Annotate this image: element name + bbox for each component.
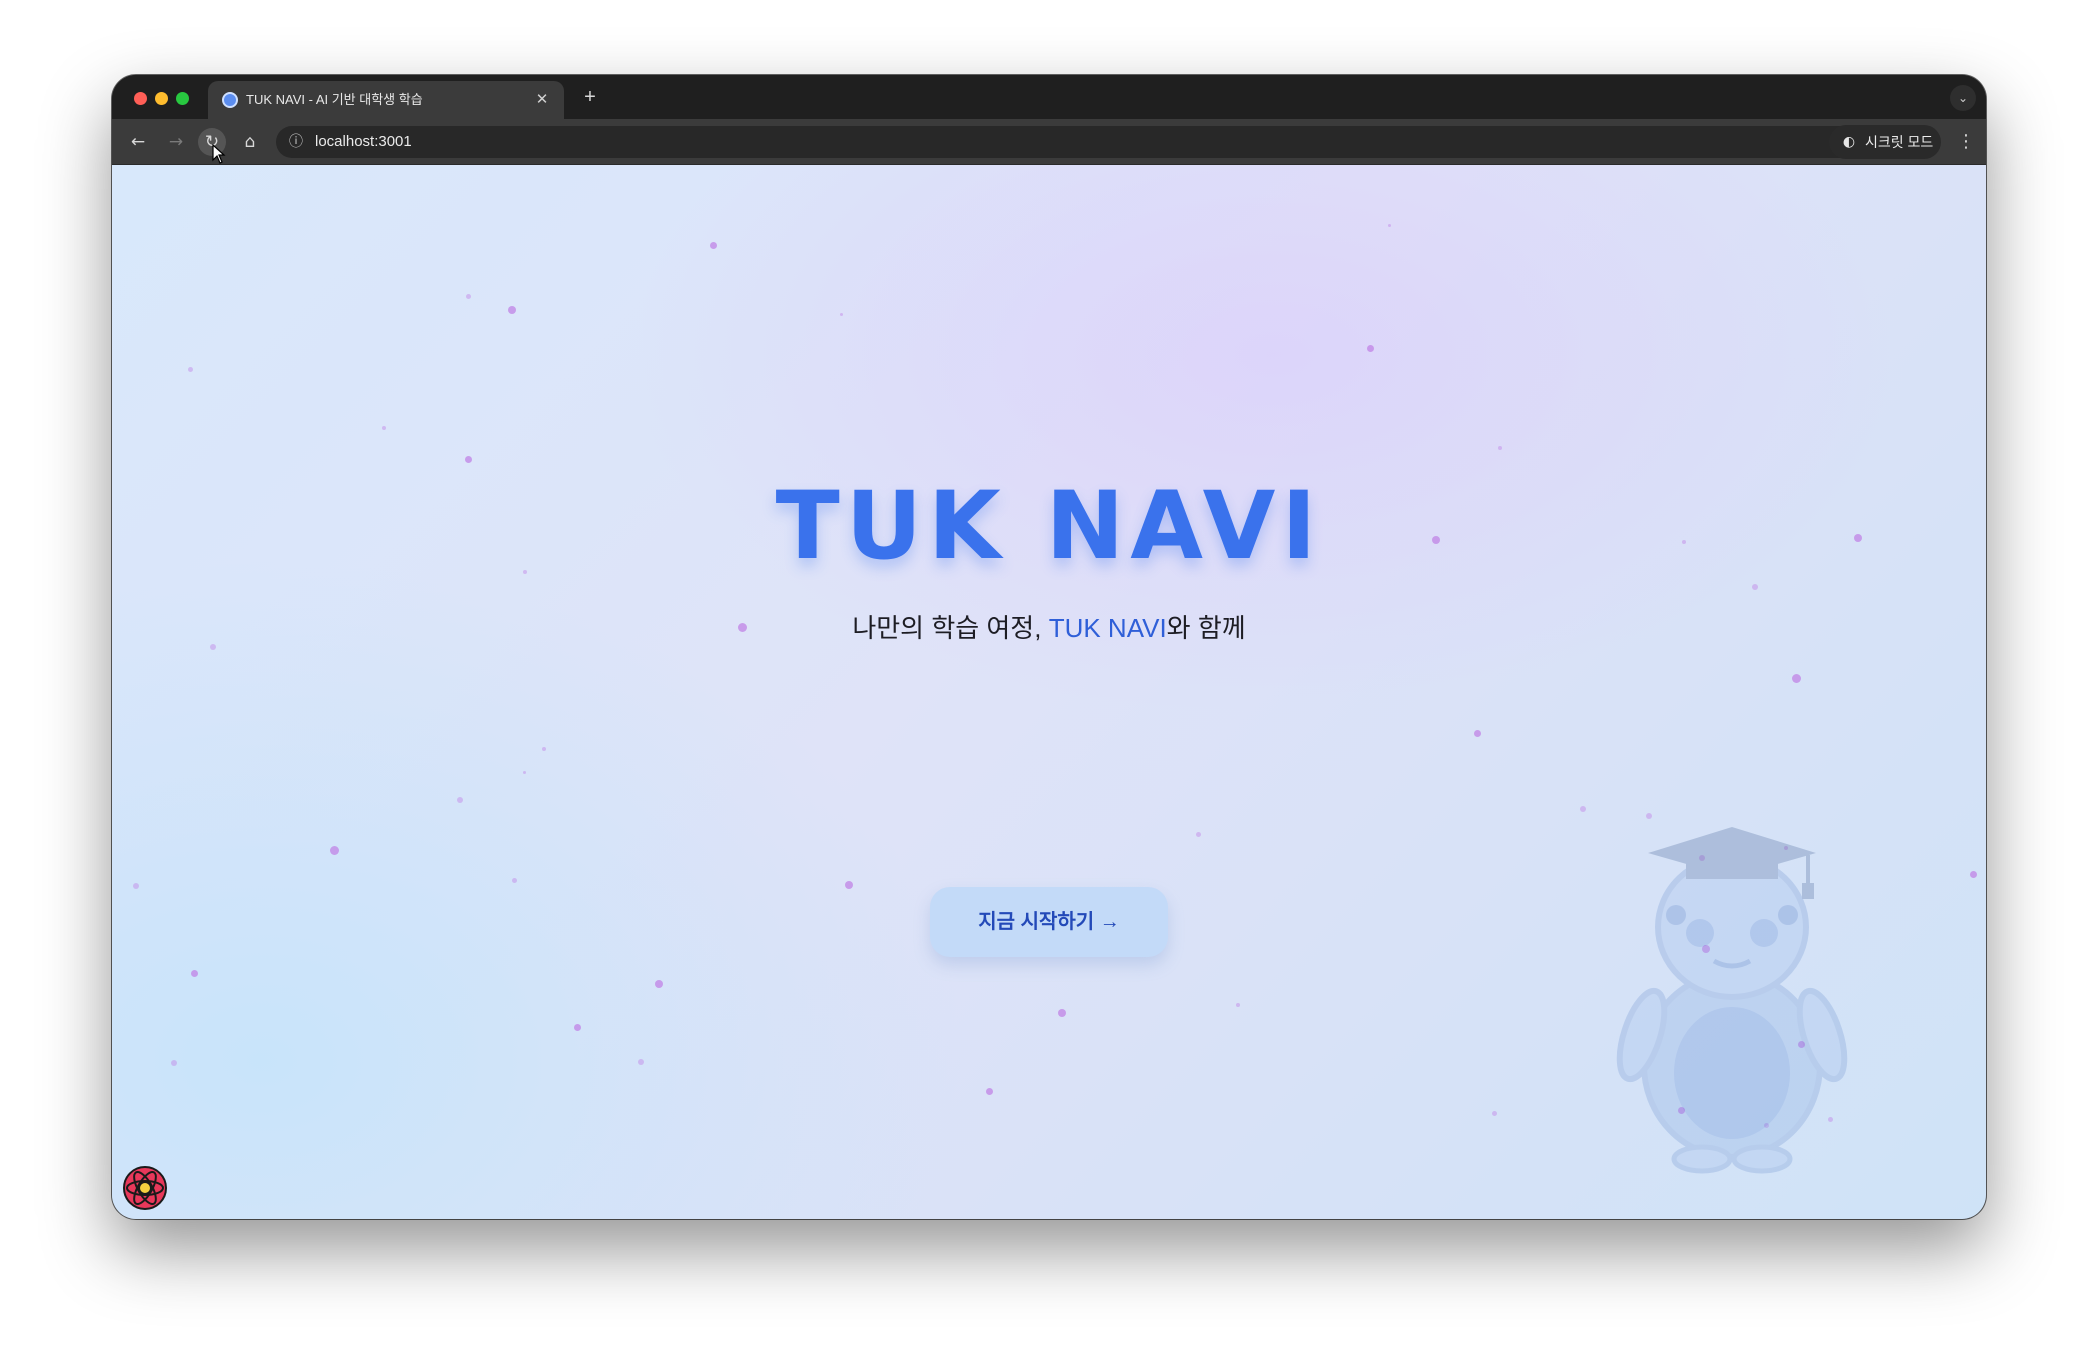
particle-dot	[574, 1024, 581, 1031]
info-icon[interactable]: ⓘ	[284, 130, 308, 154]
particle-dot	[1474, 730, 1481, 737]
particle-dot	[1792, 674, 1801, 683]
browser-toolbar: ← → ↻ ⌂ ⓘ localhost:3001 ☆ ◐ 시크릿 모드 ⋮	[112, 119, 1986, 165]
particle-dot	[1196, 832, 1201, 837]
particle-dot	[508, 306, 516, 314]
incognito-badge[interactable]: ◐ 시크릿 모드	[1829, 125, 1941, 159]
particle-dot	[1752, 584, 1758, 590]
subtitle-suffix: 와 함께	[1166, 613, 1246, 643]
page-subtitle: 나만의 학습 여정, TUK NAVI와 함께	[112, 611, 1986, 645]
particle-dot	[512, 878, 517, 883]
graduation-mascot-illustration	[1616, 827, 1848, 1174]
more-vertical-icon[interactable]: ⋮	[1954, 128, 1978, 156]
particle-dot	[1236, 1003, 1240, 1007]
particle-dot	[1580, 806, 1586, 812]
particle-dot	[457, 797, 463, 803]
particle-dot	[171, 1060, 177, 1066]
particle-dot	[845, 881, 853, 889]
particle-dot	[638, 1059, 644, 1065]
particle-dot	[655, 980, 663, 988]
chevron-down-icon[interactable]: ⌄	[1950, 85, 1976, 111]
particle-dot	[1058, 1009, 1066, 1017]
particle-dot	[465, 456, 472, 463]
particle-dot	[1970, 871, 1977, 878]
subtitle-brand: TUK NAVI	[1048, 613, 1167, 643]
particle-dot	[466, 294, 471, 299]
particle-dot	[840, 313, 843, 316]
arrow-right-icon[interactable]: →	[162, 128, 190, 156]
particle-dot	[1367, 345, 1374, 352]
window-close-button[interactable]	[134, 92, 147, 105]
react-devtools-icon[interactable]	[122, 1165, 168, 1211]
page-title: TUK NAVI	[775, 472, 1323, 581]
window-minimize-button[interactable]	[155, 92, 168, 105]
start-now-button[interactable]: 지금 시작하기 →	[930, 887, 1168, 957]
incognito-label: 시크릿 모드	[1865, 134, 1934, 150]
home-icon[interactable]: ⌂	[236, 128, 264, 156]
incognito-icon: ◐	[1842, 134, 1856, 150]
window-maximize-button[interactable]	[176, 92, 189, 105]
app-favicon-icon	[222, 92, 238, 108]
particle-dot	[1388, 224, 1391, 227]
address-bar[interactable]: ⓘ localhost:3001 ☆	[276, 126, 1928, 158]
particle-dot	[191, 970, 198, 977]
subtitle-prefix: 나만의 학습 여정,	[852, 613, 1049, 643]
particle-dot	[1498, 446, 1502, 450]
tab-title: TUK NAVI - AI 기반 대학생 학습	[246, 92, 423, 107]
particle-dot	[133, 883, 139, 889]
close-icon[interactable]: ✕	[532, 90, 552, 110]
arrow-left-icon[interactable]: ←	[124, 128, 152, 156]
particle-dot	[986, 1088, 993, 1095]
mouse-cursor-icon	[212, 144, 226, 164]
particle-dot	[330, 846, 339, 855]
browser-window: TUK NAVI - AI 기반 대학생 학습 ✕ + ⌄ ← → ↻ ⌂ ⓘ …	[112, 75, 1986, 1219]
particle-dot	[188, 367, 193, 372]
particle-dot	[542, 747, 546, 751]
particle-dot	[1492, 1111, 1497, 1116]
url-text: localhost:3001	[315, 133, 412, 150]
tab-active[interactable]: TUK NAVI - AI 기반 대학생 학습 ✕	[208, 81, 564, 119]
tab-bar: TUK NAVI - AI 기반 대학생 학습 ✕ + ⌄	[112, 75, 1986, 119]
particle-dot	[710, 242, 717, 249]
particle-dot	[382, 426, 386, 430]
particle-dot	[523, 771, 526, 774]
plus-icon[interactable]: +	[578, 85, 602, 109]
page-content: TUK NAVI 나만의 학습 여정, TUK NAVI와 함께 지금 시작하기…	[112, 165, 1986, 1219]
